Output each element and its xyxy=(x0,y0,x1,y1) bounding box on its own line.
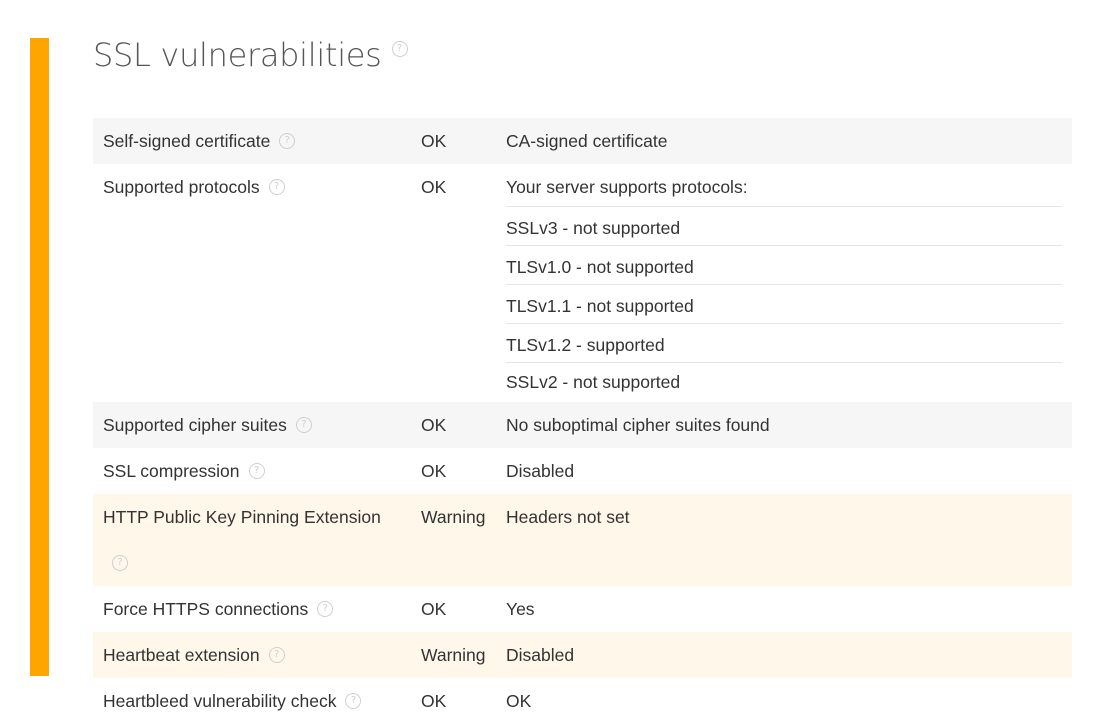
section-title: SSL vulnerabilities xyxy=(93,36,382,74)
protocol-item: TLSv1.2 - supported xyxy=(506,324,1062,363)
check-name: HTTP Public Key Pinning Extension xyxy=(103,507,381,527)
check-status: OK xyxy=(421,177,447,197)
check-detail: Yes xyxy=(506,599,535,619)
result-row-hpkp: HTTP Public Key Pinning Extension? Warni… xyxy=(93,494,1072,586)
protocol-list: Your server supports protocols: SSLv3 - … xyxy=(506,164,1062,402)
protocol-item: SSLv3 - not supported xyxy=(506,207,1062,246)
result-row-ssl-compression: SSL compression? OK Disabled xyxy=(93,448,1072,494)
protocol-item: TLSv1.1 - not supported xyxy=(506,285,1062,324)
protocol-item: SSLv2 - not supported xyxy=(506,372,681,392)
question-circle-icon[interactable]: ? xyxy=(112,555,128,572)
check-detail: OK xyxy=(506,691,532,711)
check-name: Heartbleed vulnerability check xyxy=(103,691,337,711)
check-detail: Headers not set xyxy=(496,494,1072,586)
check-status: OK xyxy=(421,691,447,711)
ssl-results-table: Self-signed certificate? OK CA-signed ce… xyxy=(93,118,1072,724)
result-row-heartbeat-extension: Heartbeat extension? Warning Disabled xyxy=(93,632,1072,678)
check-name: Supported protocols xyxy=(103,177,260,197)
check-detail: Disabled xyxy=(506,461,575,481)
question-circle-icon[interactable]: ? xyxy=(391,41,408,57)
question-circle-icon[interactable]: ? xyxy=(295,417,312,434)
check-detail: CA-signed certificate xyxy=(496,118,1072,164)
question-circle-icon[interactable]: ? xyxy=(268,179,285,196)
question-circle-icon[interactable]: ? xyxy=(268,647,285,664)
check-name: SSL compression xyxy=(103,461,240,481)
result-row-heartbleed-check: Heartbleed vulnerability check? OK OK xyxy=(93,678,1072,724)
question-circle-icon[interactable]: ? xyxy=(248,463,265,480)
check-name: Self-signed certificate xyxy=(103,131,271,151)
result-row-force-https: Force HTTPS connections? OK Yes xyxy=(93,586,1072,632)
check-name: Heartbeat extension xyxy=(103,645,260,665)
check-status: Warning xyxy=(411,632,496,678)
protocol-list-heading: Your server supports protocols: xyxy=(506,164,1062,207)
check-name: Supported cipher suites xyxy=(103,415,287,435)
question-circle-icon[interactable]: ? xyxy=(279,133,296,150)
question-circle-icon[interactable]: ? xyxy=(317,601,334,618)
check-name: Force HTTPS connections xyxy=(103,599,309,619)
result-row-self-signed-certificate: Self-signed certificate? OK CA-signed ce… xyxy=(93,118,1072,164)
check-status: Warning xyxy=(411,494,496,586)
check-status: OK xyxy=(411,118,496,164)
result-row-supported-protocols: Supported protocols? OK Your server supp… xyxy=(93,164,1072,402)
section-header: SSL vulnerabilities ? xyxy=(93,33,408,77)
check-status: OK xyxy=(411,402,496,448)
check-status: OK xyxy=(421,461,447,481)
check-detail: No suboptimal cipher suites found xyxy=(496,402,1072,448)
section-accent-bar xyxy=(30,38,49,676)
protocol-item: TLSv1.0 - not supported xyxy=(506,246,1062,285)
result-row-supported-cipher-suites: Supported cipher suites? OK No suboptima… xyxy=(93,402,1072,448)
check-detail: Disabled xyxy=(496,632,1072,678)
question-circle-icon[interactable]: ? xyxy=(345,693,362,710)
check-status: OK xyxy=(421,599,447,619)
